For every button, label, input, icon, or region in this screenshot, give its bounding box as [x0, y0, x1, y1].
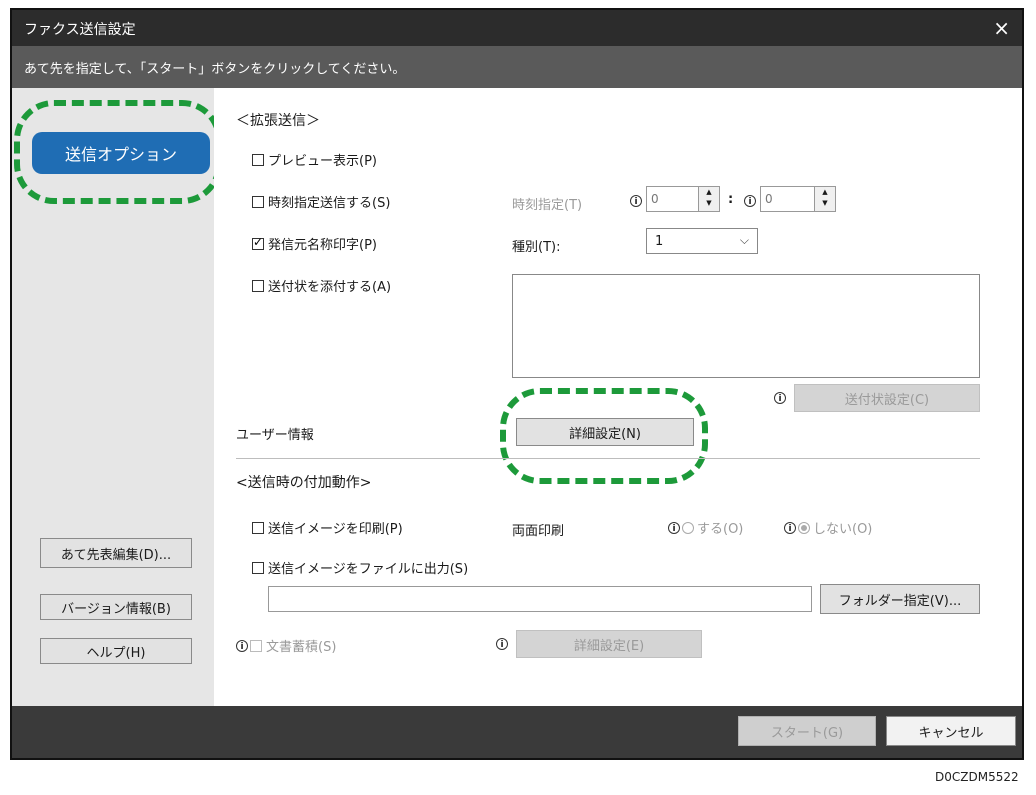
version-info-button[interactable]: バージョン情報(B) [40, 594, 192, 620]
sidebar: 送信オプション あて先表編集(D)... バージョン情報(B) ヘルプ(H) [12, 88, 222, 706]
info-icon: i [236, 639, 248, 652]
details-button[interactable]: 詳細設定(N) [516, 418, 694, 446]
checkbox-box [250, 639, 262, 652]
cancel-button[interactable]: キャンセル [886, 716, 1016, 746]
cover-settings-button[interactable]: 送付状設定(C) [794, 384, 980, 412]
start-button[interactable]: スタート(G) [738, 716, 876, 746]
file-path-input[interactable] [268, 586, 812, 612]
file-output-checkbox[interactable]: 送信イメージをファイルに出力(S) [252, 558, 468, 577]
user-info-label: ユーザー情報 [236, 428, 314, 443]
spin-arrows-icon[interactable]: ▲ ▼ [814, 187, 835, 211]
radio-circle [682, 521, 694, 534]
post-send-heading: <送信時の付加動作> [236, 475, 372, 491]
timed-send-checkbox[interactable]: 時刻指定送信する(S) [252, 192, 390, 211]
instruction-text: あて先を指定して、「スタート」ボタンをクリックしてください。 [24, 62, 406, 77]
checkbox-box [252, 195, 264, 208]
type-select[interactable]: 1 ⌵ [646, 228, 758, 254]
close-icon[interactable]: × [993, 16, 1010, 40]
hour-spinner[interactable]: 0 ▲ ▼ [646, 186, 720, 212]
checkbox-box [252, 279, 264, 292]
time-colon: : [728, 192, 734, 207]
spin-arrows-icon[interactable]: ▲ ▼ [698, 187, 719, 211]
title-bar: ファクス送信設定 × [12, 10, 1022, 46]
duplex-on-radio[interactable]: i する(O) [668, 518, 743, 537]
help-button[interactable]: ヘルプ(H) [40, 638, 192, 664]
info-icon: i [630, 195, 642, 207]
extended-send-heading: ＜拡張送信＞ [236, 113, 320, 129]
checkbox-box [252, 561, 264, 574]
radio-circle [798, 521, 810, 534]
time-label: 時刻指定(T) [512, 198, 583, 213]
checkbox-box [252, 153, 264, 166]
checkbox-box [252, 235, 264, 250]
checkbox-box [252, 521, 264, 534]
cover-sheet-checkbox[interactable]: 送付状を添付する(A) [252, 276, 391, 295]
type-label: 種別(T): [512, 240, 561, 255]
cover-sheet-preview[interactable] [512, 274, 980, 378]
duplex-off-radio[interactable]: i しない(O) [784, 518, 872, 537]
info-icon: i [784, 521, 796, 534]
send-options-panel: ＜拡張送信＞ プレビュー表示(P) 時刻指定送信する(S) 時刻指定(T) i … [214, 88, 1022, 706]
figure-code: D0CZDM5522 [935, 770, 1019, 784]
nav-item-send-options[interactable]: 送信オプション [32, 132, 210, 174]
fax-settings-dialog: ファクス送信設定 × あて先を指定して、「スタート」ボタンをクリックしてください… [10, 8, 1024, 760]
instruction-bar: あて先を指定して、「スタート」ボタンをクリックしてください。 [12, 46, 1022, 88]
info-icon: i [744, 195, 756, 207]
print-image-checkbox[interactable]: 送信イメージを印刷(P) [252, 518, 403, 537]
minute-spinner[interactable]: 0 ▲ ▼ [760, 186, 836, 212]
info-icon: i [668, 521, 680, 534]
info-icon: i [496, 638, 508, 650]
dialog-title: ファクス送信設定 [24, 22, 136, 38]
duplex-label: 両面印刷 [512, 524, 565, 539]
info-icon: i [774, 392, 786, 404]
storage-details-button[interactable]: 詳細設定(E) [516, 630, 702, 658]
sender-name-checkbox[interactable]: 発信元名称印字(P) [252, 234, 377, 253]
divider [236, 458, 980, 459]
preview-checkbox[interactable]: プレビュー表示(P) [252, 150, 377, 169]
dialog-footer: スタート(G) キャンセル [12, 706, 1022, 758]
folder-select-button[interactable]: フォルダー指定(V)... [820, 584, 980, 614]
chevron-down-icon: ⌵ [739, 233, 749, 247]
doc-storage-checkbox[interactable]: i 文書蓄積(S) [236, 636, 336, 655]
edit-destinations-button[interactable]: あて先表編集(D)... [40, 538, 192, 568]
